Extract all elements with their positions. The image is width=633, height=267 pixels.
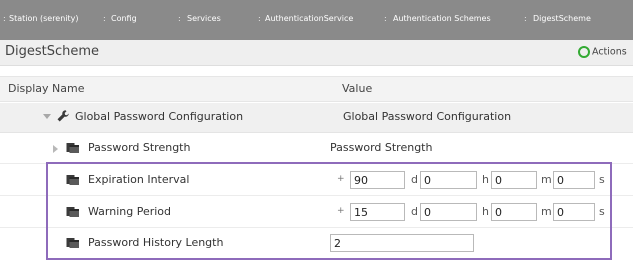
property-row-global-password-configuration[interactable]: Global Password Configuration Global Pas… <box>0 103 633 133</box>
folder-icon <box>66 143 79 153</box>
property-row-password-strength[interactable]: Password Strength Password Strength <box>0 134 633 164</box>
breadcrumb-separator: : <box>178 14 181 23</box>
collapse-triangle-icon[interactable] <box>43 114 51 119</box>
property-name: Password Strength <box>88 141 191 154</box>
title-bar: DigestScheme Actions <box>0 40 633 66</box>
expand-triangle-icon[interactable] <box>53 145 58 153</box>
breadcrumb-services[interactable]: Services <box>187 14 221 23</box>
breadcrumb-separator: : <box>103 14 106 23</box>
property-name: Global Password Configuration <box>75 110 244 123</box>
breadcrumb-station[interactable]: Station (serenity) <box>9 14 79 23</box>
breadcrumb-separator: : <box>384 14 387 23</box>
breadcrumb-separator: : <box>524 14 527 23</box>
wrench-icon <box>57 110 69 122</box>
breadcrumb-separator: : <box>258 14 261 23</box>
breadcrumb-authentication-schemes[interactable]: Authentication Schemes <box>393 14 491 23</box>
column-header-display-name[interactable]: Display Name <box>8 82 85 95</box>
actions-label: Actions <box>592 46 627 58</box>
page-title: DigestScheme <box>5 44 100 59</box>
property-value: Global Password Configuration <box>343 110 512 123</box>
breadcrumb-separator: : <box>3 14 6 23</box>
column-header-row: Display Name Value <box>0 76 633 102</box>
breadcrumb: : Station (serenity) : Config : Services… <box>0 0 633 40</box>
actions-ring-icon <box>578 46 590 58</box>
column-header-value[interactable]: Value <box>342 82 372 95</box>
property-value: Password Strength <box>330 141 433 154</box>
breadcrumb-digest-scheme[interactable]: DigestScheme <box>533 14 591 23</box>
breadcrumb-authentication-service[interactable]: AuthenticationService <box>265 14 353 23</box>
highlight-box <box>46 162 612 260</box>
actions-button[interactable]: Actions <box>578 46 633 60</box>
breadcrumb-config[interactable]: Config <box>111 14 137 23</box>
